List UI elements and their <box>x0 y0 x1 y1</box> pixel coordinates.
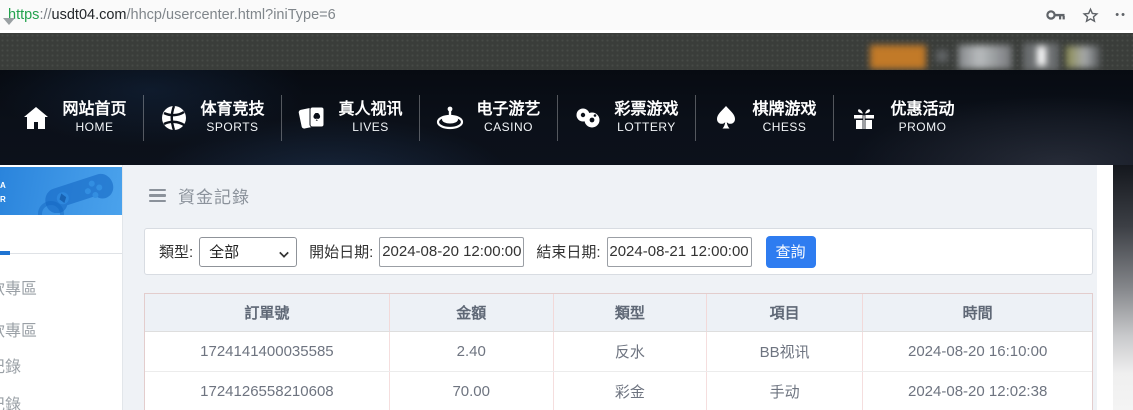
page-title: 資金記錄 <box>178 183 250 208</box>
nav-label-zh: 优惠活动 <box>890 100 954 120</box>
nav-label-en: SPORTS <box>206 120 258 135</box>
cell-amount: 2.40 <box>389 331 553 371</box>
cell-amount: 70.00 <box>389 371 553 410</box>
blurred-username <box>870 45 926 69</box>
cell-order-no: 1724141400035585 <box>145 331 389 371</box>
start-date-input[interactable] <box>379 237 524 267</box>
nav-label-en: HOME <box>75 120 113 135</box>
type-select-value: 全部 <box>209 241 239 262</box>
nav-item-lottery[interactable]: 彩票游戏LOTTERY <box>558 88 695 148</box>
header-amount: 金額 <box>389 294 553 331</box>
nav-label-en: LOTTERY <box>617 120 676 135</box>
screenshot-root: https://usdt04.com/hhcp/usercenter.html?… <box>0 0 1133 410</box>
funds-record-table: 訂單號 金額 類型 項目 時間 1724141400035585 2.40 反水… <box>144 293 1093 410</box>
nav-item-chess[interactable]: 棋牌游戏CHESS <box>696 88 833 148</box>
cell-type: 彩金 <box>553 371 706 410</box>
end-date-input[interactable] <box>607 237 752 267</box>
query-button[interactable]: 查詢 <box>766 236 816 268</box>
start-date-label: 開始日期: <box>309 241 373 262</box>
main-content: 資金記錄 類型: 全部 開始日期: 結束日期: 查詢 訂單號 金額 類型 <box>122 165 1097 410</box>
home-icon <box>22 104 50 132</box>
nav-label-en: CASINO <box>484 120 533 135</box>
banner-text-fragment: R <box>0 195 6 204</box>
nav-label-zh: 体育竞技 <box>200 100 264 120</box>
cell-time: 2024-08-20 16:10:00 <box>863 331 1092 371</box>
nav-label-en: LIVES <box>352 120 389 135</box>
nav-item-lives[interactable]: 真人视讯LIVES <box>282 88 419 148</box>
browser-address-bar: https://usdt04.com/hhcp/usercenter.html?… <box>0 0 1133 30</box>
sports-ball-icon <box>160 104 188 132</box>
url-path: /hhcp/usercenter.html?iniType=6 <box>127 7 336 23</box>
chevron-down-icon <box>279 248 289 258</box>
type-label: 類型: <box>159 241 193 262</box>
spade-icon <box>712 104 740 132</box>
sidebar: A R 款專區 款專區 記錄 記錄 <box>0 165 122 410</box>
sidebar-item-deposit-zone[interactable]: 款專區 <box>0 275 122 299</box>
header-time: 時間 <box>863 294 1092 331</box>
blurred-separator <box>936 50 948 62</box>
bookmark-star-icon[interactable] <box>1082 7 1099 24</box>
url-separator: :// <box>39 7 51 23</box>
banner-text-fragment: A <box>0 181 6 190</box>
header-type: 類型 <box>553 294 706 331</box>
url-text[interactable]: https://usdt04.com/hhcp/usercenter.html?… <box>8 7 336 23</box>
roulette-icon <box>436 104 464 132</box>
menu-toggle-icon[interactable] <box>149 189 166 203</box>
sidebar-item-withdraw-zone[interactable]: 款專區 <box>0 317 122 341</box>
nav-label-zh: 电子游艺 <box>476 100 540 120</box>
nav-label-zh: 棋牌游戏 <box>752 100 816 120</box>
cell-item: BB视讯 <box>707 331 863 371</box>
dropdown-caret-icon[interactable] <box>3 18 15 25</box>
more-icon[interactable]: •• <box>1115 0 1127 30</box>
gift-icon <box>850 104 878 132</box>
type-select[interactable]: 全部 <box>199 237 297 267</box>
nav-label-en: CHESS <box>763 120 807 135</box>
cell-type: 反水 <box>553 331 706 371</box>
cell-item: 手动 <box>707 371 863 410</box>
sidebar-banner: A R <box>0 167 122 215</box>
cell-order-no: 1724126558210608 <box>145 371 389 410</box>
table-row: 1724126558210608 70.00 彩金 手动 2024-08-20 … <box>145 371 1092 410</box>
lottery-balls-icon <box>574 104 602 132</box>
page-header: 資金記錄 <box>123 165 1097 208</box>
url-domain: usdt04.com <box>52 7 127 23</box>
sidebar-item-record-1[interactable]: 記錄 <box>0 353 122 377</box>
filter-bar: 類型: 全部 開始日期: 結束日期: 查詢 <box>144 228 1093 275</box>
table-row: 1724141400035585 2.40 反水 BB视讯 2024-08-20… <box>145 331 1092 371</box>
sidebar-divider <box>0 253 122 254</box>
blurred-link <box>1066 46 1100 68</box>
nav-label-zh: 彩票游戏 <box>614 100 678 120</box>
key-icon[interactable] <box>1046 9 1066 21</box>
end-date-label: 結束日期: <box>536 241 600 262</box>
header-order-no: 訂單號 <box>145 294 389 331</box>
background-gap <box>1097 165 1113 410</box>
blurred-balance <box>958 45 1012 69</box>
background-gradient-strip <box>1113 165 1133 410</box>
header-item: 項目 <box>707 294 863 331</box>
cell-time: 2024-08-20 12:02:38 <box>863 371 1092 410</box>
table-header-row: 訂單號 金額 類型 項目 時間 <box>145 294 1092 331</box>
main-navigation: 网站首页HOME 体育竞技SPORTS 真人视讯LIVES 电子游艺CASINO <box>0 70 1133 165</box>
nav-label-zh: 真人视讯 <box>338 100 402 120</box>
nav-label-zh: 网站首页 <box>62 100 126 120</box>
nav-item-home[interactable]: 网站首页HOME <box>6 88 143 148</box>
nav-item-casino[interactable]: 电子游艺CASINO <box>420 88 557 148</box>
cards-icon <box>298 104 326 132</box>
nav-item-sports[interactable]: 体育竞技SPORTS <box>144 88 281 148</box>
sidebar-item-record-2[interactable]: 記錄 <box>0 391 122 410</box>
nav-label-en: PROMO <box>899 120 947 135</box>
nav-item-promo[interactable]: 优惠活动PROMO <box>834 88 971 148</box>
blurred-field <box>1023 43 1059 71</box>
